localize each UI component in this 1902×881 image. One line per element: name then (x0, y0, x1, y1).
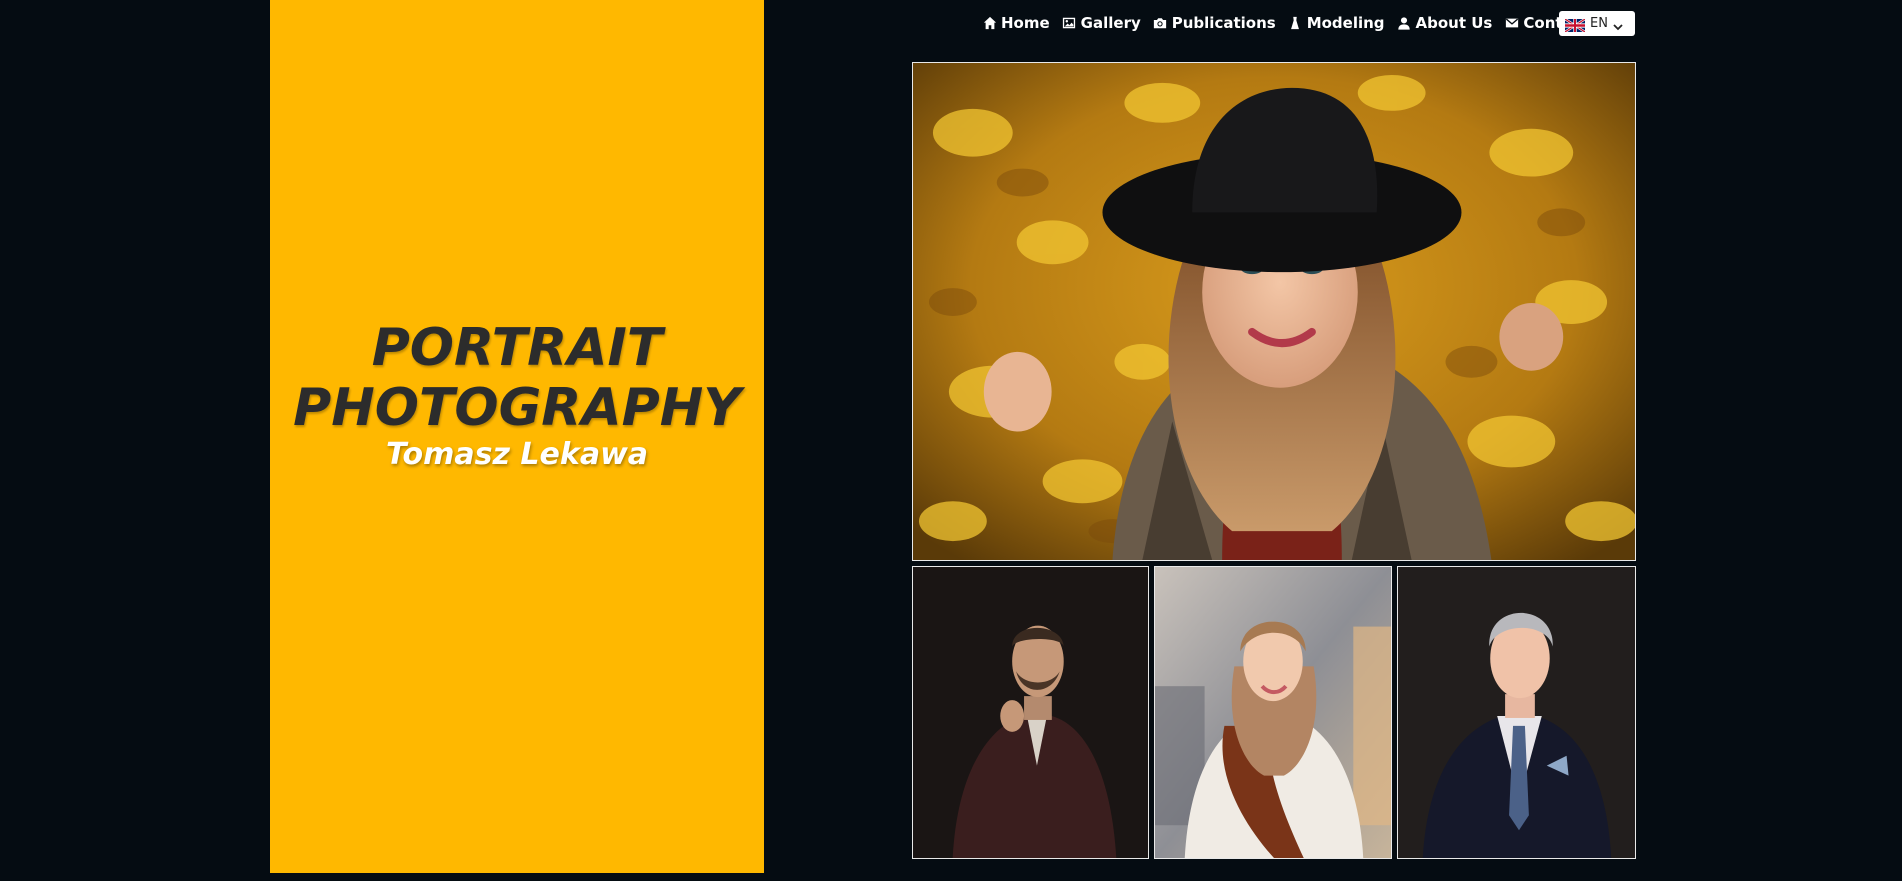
thumbnail-photo-1[interactable] (912, 566, 1149, 859)
camera-icon (1153, 16, 1168, 31)
user-icon (1397, 16, 1412, 31)
nav-label-modeling: Modeling (1306, 14, 1385, 32)
main-nav: Home Gallery Publications Modeling About… (982, 11, 1601, 35)
language-code: EN (1590, 16, 1608, 31)
nav-label-about-us: About Us (1415, 14, 1493, 32)
page: PORTRAIT PHOTOGRAPHY Tomasz Lekawa Home … (0, 0, 1902, 881)
dress-icon (1288, 16, 1303, 31)
hero-panel: PORTRAIT PHOTOGRAPHY Tomasz Lekawa (270, 0, 764, 873)
nav-item-about-us[interactable]: About Us (1397, 14, 1493, 32)
hero-title-line-1: PORTRAIT (371, 318, 663, 378)
uk-flag-icon (1564, 17, 1586, 34)
home-icon (982, 16, 997, 31)
nav-item-gallery[interactable]: Gallery (1062, 14, 1141, 32)
chevron-down-icon (1612, 18, 1624, 30)
envelope-icon (1504, 16, 1519, 31)
nav-item-home[interactable]: Home (982, 14, 1050, 32)
nav-label-publications: Publications (1171, 14, 1276, 32)
language-select[interactable]: EN (1559, 11, 1635, 36)
nav-item-modeling[interactable]: Modeling (1288, 14, 1385, 32)
image-icon (1062, 16, 1077, 31)
man-in-burgundy-suit-photo (913, 567, 1148, 858)
hero-subtitle: Tomasz Lekawa (385, 437, 649, 472)
thumbnail-photo-2[interactable] (1154, 566, 1392, 859)
nav-label-gallery: Gallery (1080, 14, 1141, 32)
man-in-navy-suit-photo (1398, 567, 1635, 858)
woman-in-hat-photo (913, 63, 1635, 560)
hero-title: PORTRAIT PHOTOGRAPHY (270, 318, 764, 438)
thumbnail-photo-3[interactable] (1397, 566, 1636, 859)
woman-in-white-sweater-photo (1155, 567, 1391, 858)
main-photo[interactable] (912, 62, 1636, 561)
nav-label-home: Home (1001, 14, 1050, 32)
nav-item-publications[interactable]: Publications (1153, 14, 1276, 32)
hero-title-line-2: PHOTOGRAPHY (293, 378, 741, 438)
